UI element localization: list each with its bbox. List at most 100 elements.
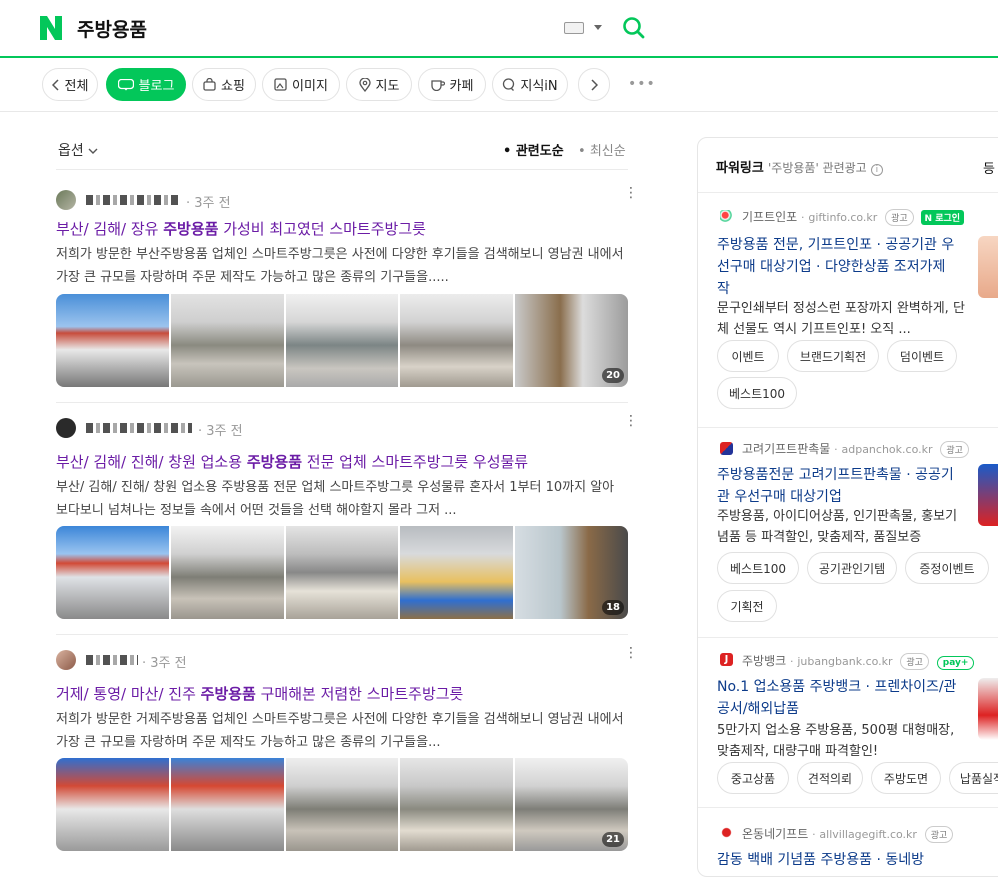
search-icon[interactable] xyxy=(622,16,646,40)
ad-sublink[interactable]: 납품실적 xyxy=(949,762,998,794)
ad-sublink[interactable]: 이벤트 xyxy=(717,340,779,372)
ad-sublink[interactable]: 브랜드기획전 xyxy=(787,340,879,372)
kebab-menu-icon[interactable]: ⋮ xyxy=(624,414,638,428)
ad-sublink[interactable]: 베스트100 xyxy=(717,552,799,584)
naver-logo[interactable] xyxy=(38,14,64,42)
kebab-menu-icon[interactable]: ⋮ xyxy=(624,186,638,200)
sort-latest[interactable]: • 최신순 xyxy=(578,140,626,159)
tab-blog[interactable]: 블로그 xyxy=(106,68,186,101)
thumbnail-image[interactable] xyxy=(400,526,514,619)
ad-image[interactable] xyxy=(978,236,998,298)
ad-title[interactable]: 감동 백배 기념품 주방용품 · 동네방 xyxy=(717,849,977,871)
post-title[interactable]: 부산/ 김해/ 장유 주방용품 가성비 최고였던 스마트주방그릇 xyxy=(56,218,426,239)
post-thumbnails[interactable]: 20 xyxy=(56,294,628,387)
options-toggle[interactable]: 옵션 xyxy=(58,140,98,160)
thumbnail-image[interactable] xyxy=(170,526,284,619)
ad-item-4: 온동네기프트 · allvillagegift.co.kr 광고 감동 백배 기… xyxy=(698,825,998,875)
more-icon[interactable]: ••• xyxy=(628,76,656,92)
image-count-badge: 21 xyxy=(602,832,624,847)
blog-post-2: · 3주 전 ⋮ 부산/ 김해/ 진해/ 창원 업소용 주방용품 전문 업체 스… xyxy=(56,414,638,628)
thumbnail-image[interactable] xyxy=(56,526,169,619)
thumbnail-image[interactable]: 18 xyxy=(515,526,628,619)
post-description[interactable]: 저희가 방문한 거제주방용품 업체인 스마트주방그릇은 사전에 다양한 후기들을… xyxy=(56,708,626,754)
thumbnail-image[interactable] xyxy=(170,758,284,851)
map-pin-icon xyxy=(358,77,371,92)
shopping-bag-icon xyxy=(203,78,216,91)
ad-site[interactable]: 온동네기프트 · allvillagegift.co.kr 광고 xyxy=(742,825,954,843)
avatar[interactable] xyxy=(56,190,76,210)
thumbnail-image[interactable] xyxy=(285,758,399,851)
ad-badge: 광고 xyxy=(924,826,954,843)
thumbnail-image[interactable] xyxy=(285,526,399,619)
post-thumbnails[interactable]: 18 xyxy=(56,526,628,619)
post-thumbnails[interactable]: 21 xyxy=(56,758,628,851)
powerlink-register-link[interactable]: 등 xyxy=(983,158,995,177)
ad-site[interactable]: 기프트인포 · giftinfo.co.kr 광고 N 로그인 xyxy=(742,208,965,226)
tabs-next-button[interactable] xyxy=(578,68,610,101)
search-query[interactable]: 주방용품 xyxy=(77,15,147,42)
post-author-row: · 3주 전 ⋮ xyxy=(56,646,638,671)
ad-badge: 광고 xyxy=(885,209,914,226)
ad-description[interactable]: 5만가지 업소용 주방용품, 500평 대형매장, 맞춤제작, 대량구매 파격할… xyxy=(717,720,967,762)
post-title[interactable]: 부산/ 김해/ 진해/ 창원 업소용 주방용품 전문 업체 스마트주방그릇 우성… xyxy=(56,451,528,472)
kebab-menu-icon[interactable]: ⋮ xyxy=(624,646,638,660)
divider xyxy=(698,637,998,638)
ad-sublink[interactable]: 덤이벤트 xyxy=(887,340,957,372)
ad-sublink[interactable]: 베스트100 xyxy=(717,377,797,409)
thumbnail-image[interactable] xyxy=(400,758,514,851)
chevron-down-icon xyxy=(88,148,98,154)
ad-title[interactable]: No.1 업소용품 주방뱅크 · 프렌차이즈/관공서/해외납품 xyxy=(717,676,957,720)
tab-image[interactable]: 이미지 xyxy=(262,68,340,101)
ad-site[interactable]: 고려기프트판촉물 · adpanchok.co.kr 광고 xyxy=(742,440,969,458)
ad-sublink[interactable]: 기획전 xyxy=(717,590,777,622)
options-label: 옵션 xyxy=(58,143,84,159)
thumbnail-image[interactable] xyxy=(56,758,169,851)
thumbnail-image[interactable]: 20 xyxy=(515,294,628,387)
site-favicon-icon xyxy=(720,210,733,223)
post-title[interactable]: 거제/ 통영/ 마산/ 진주 주방용품 구매해본 저렴한 스마트주방그릇 xyxy=(56,683,463,704)
tab-knowledge[interactable]: 지식iN xyxy=(492,68,568,101)
sort-relevance-label: 관련도순 xyxy=(515,144,564,159)
ad-sublink[interactable]: 공기관인기템 xyxy=(807,552,897,584)
ad-site-name: 기프트인포 xyxy=(742,210,798,224)
ad-site[interactable]: 주방뱅크 · jubangbank.co.kr 광고 pay+ xyxy=(742,652,975,670)
post-description[interactable]: 부산/ 김해/ 진해/ 창원 업소용 주방용품 전문 업체 스마트주방그릇 우성… xyxy=(56,476,626,522)
sort-relevance[interactable]: • 관련도순 xyxy=(503,140,564,159)
ad-sublink[interactable]: 견적의뢰 xyxy=(797,762,863,794)
ad-title[interactable]: 주방용품전문 고려기프트판촉물 · 공공기관 우선구매 대상기업 xyxy=(717,464,957,508)
divider xyxy=(56,634,628,635)
avatar[interactable] xyxy=(56,418,76,438)
tab-map[interactable]: 지도 xyxy=(346,68,412,101)
ad-title[interactable]: 주방용품 전문, 기프트인포 · 공공기관 우선구매 대상기업 · 다양한상품 … xyxy=(717,234,957,300)
tab-cafe[interactable]: 카페 xyxy=(418,68,486,101)
avatar[interactable] xyxy=(56,650,76,670)
post-time-text: 3주 전 xyxy=(194,196,231,211)
ad-site-name: 주방뱅크 xyxy=(742,654,787,668)
title-keyword: 주방용품 xyxy=(163,220,219,238)
tab-all[interactable]: 전체 xyxy=(42,68,98,101)
chevron-down-icon[interactable] xyxy=(594,25,602,30)
blurred-author-name[interactable] xyxy=(86,655,138,665)
ad-sublink[interactable]: 중고상품 xyxy=(717,762,789,794)
thumbnail-image[interactable] xyxy=(56,294,169,387)
ad-site-url: giftinfo.co.kr xyxy=(808,211,878,224)
post-description[interactable]: 저희가 방문한 부산주방용품 업체인 스마트주방그릇은 사전에 다양한 후기들을… xyxy=(56,243,626,289)
ad-image[interactable] xyxy=(978,464,998,526)
blurred-author-name[interactable] xyxy=(86,423,192,433)
tab-shopping[interactable]: 쇼핑 xyxy=(192,68,256,101)
ad-sublink[interactable]: 주방도면 xyxy=(871,762,941,794)
ad-image[interactable] xyxy=(978,678,998,740)
thumbnail-image[interactable] xyxy=(285,294,399,387)
ad-site-url: adpanchok.co.kr xyxy=(841,443,933,456)
blurred-author-name[interactable] xyxy=(86,195,180,205)
site-favicon-icon xyxy=(720,442,733,455)
keyboard-icon[interactable] xyxy=(564,22,584,34)
ad-item-2: 고려기프트판촉물 · adpanchok.co.kr 광고 주방용품전문 고려기… xyxy=(698,440,998,630)
thumbnail-image[interactable]: 21 xyxy=(515,758,628,851)
thumbnail-image[interactable] xyxy=(170,294,284,387)
thumbnail-image[interactable] xyxy=(400,294,514,387)
ad-description[interactable]: 주방용품, 아이디어상품, 인기판촉물, 홍보기념품 등 파격할인, 맞춤제작,… xyxy=(717,506,967,548)
ad-description[interactable]: 문구인쇄부터 정성스런 포장까지 완벽하게, 단체 선물도 역시 기프트인포! … xyxy=(717,298,967,340)
ad-sublink[interactable]: 증정이벤트 xyxy=(905,552,989,584)
info-icon[interactable]: i xyxy=(870,164,883,176)
